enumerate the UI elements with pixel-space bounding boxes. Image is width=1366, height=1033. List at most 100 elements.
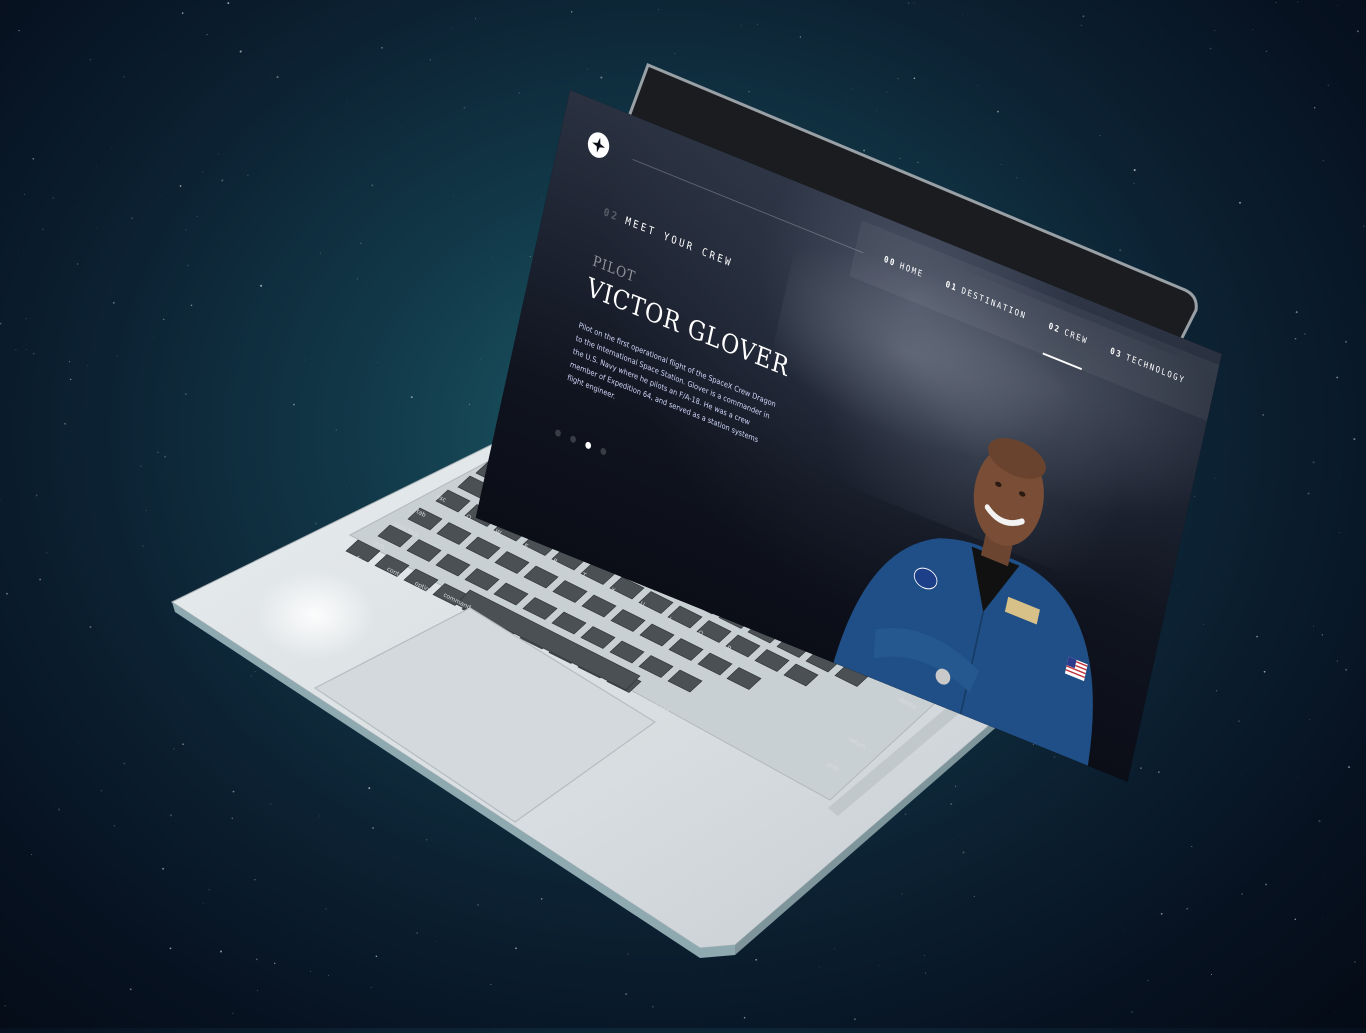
star: [819, 967, 820, 968]
star: [1239, 202, 1241, 204]
star: [1256, 636, 1258, 638]
star: [1337, 5, 1338, 6]
star: [1304, 333, 1305, 334]
star: [227, 2, 229, 4]
star: [256, 959, 258, 961]
star: [1265, 884, 1267, 886]
star: [928, 742, 930, 744]
nav-number: 03: [1109, 347, 1123, 361]
star: [111, 148, 112, 149]
star: [1309, 719, 1310, 720]
star: [123, 76, 125, 78]
star: [515, 947, 517, 949]
star: [444, 485, 445, 486]
star: [338, 496, 339, 497]
star: [1140, 767, 1142, 769]
star: [154, 337, 155, 338]
star: [411, 529, 413, 531]
star: [197, 216, 198, 217]
star: [471, 723, 472, 724]
star: [64, 423, 66, 425]
star: [157, 452, 158, 453]
star: [1054, 756, 1056, 758]
star: [800, 36, 801, 37]
star: [1147, 980, 1148, 981]
star: [962, 15, 963, 16]
star: [46, 552, 48, 554]
star: [1363, 226, 1364, 227]
star: [1328, 293, 1329, 294]
star: [700, 929, 702, 931]
star: [448, 524, 449, 525]
star: [616, 759, 617, 760]
star: [469, 404, 470, 405]
star: [422, 485, 423, 486]
star: [185, 393, 187, 395]
star: [694, 806, 695, 807]
star: [212, 615, 213, 616]
star: [436, 941, 437, 942]
star: [1296, 311, 1298, 313]
star: [1191, 846, 1192, 847]
star: [1238, 823, 1239, 824]
star: [104, 112, 105, 113]
star: [240, 50, 242, 52]
star: [258, 666, 259, 667]
star: [221, 180, 223, 182]
star: [87, 365, 88, 366]
star: [1297, 1, 1298, 2]
star: [1174, 829, 1175, 830]
star: [58, 808, 60, 810]
star: [658, 9, 659, 10]
star: [310, 971, 311, 972]
star: [90, 626, 92, 628]
star: [1215, 30, 1216, 31]
star: [1264, 671, 1266, 673]
star: [1353, 438, 1355, 440]
star: [97, 228, 98, 229]
star: [170, 814, 172, 816]
star: [727, 778, 729, 780]
star: [1322, 634, 1323, 635]
star: [209, 889, 210, 890]
star: [733, 853, 735, 855]
star: [6, 593, 8, 595]
star: [274, 963, 275, 964]
star: [974, 896, 975, 897]
star: [203, 903, 204, 904]
star: [1348, 766, 1350, 768]
star: [254, 879, 255, 880]
star: [140, 465, 142, 467]
star: [78, 206, 79, 207]
star: [1266, 51, 1268, 53]
star: [1354, 961, 1355, 962]
star: [1314, 107, 1315, 108]
star: [113, 302, 115, 304]
star: [1345, 341, 1347, 343]
star: [515, 544, 516, 545]
star: [649, 745, 650, 746]
star: [914, 3, 915, 4]
star: [220, 950, 222, 952]
star: [52, 197, 54, 199]
nav-label: DESTINATION: [960, 286, 1027, 322]
star: [371, 987, 372, 988]
star: [377, 601, 378, 602]
star: [377, 362, 378, 363]
star: [232, 818, 233, 819]
star: [368, 787, 370, 789]
star: [1262, 414, 1264, 416]
star: [1238, 720, 1240, 722]
star: [504, 753, 505, 754]
star: [0, 500, 1, 501]
star: [395, 636, 396, 637]
star: [1252, 29, 1253, 30]
star: [191, 305, 193, 307]
star: [475, 18, 476, 19]
star: [1158, 771, 1159, 772]
star: [464, 107, 466, 109]
star: [741, 25, 742, 26]
star: [1241, 893, 1242, 894]
star: [684, 885, 686, 887]
star: [180, 185, 182, 187]
